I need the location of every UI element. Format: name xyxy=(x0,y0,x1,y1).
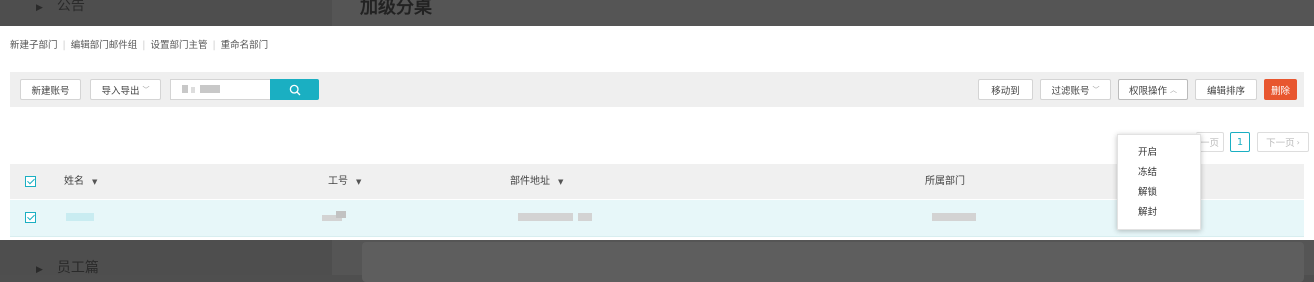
background-panel xyxy=(362,242,1304,282)
table-header: 姓名 ▼ 工号 ▼ 部件地址 ▼ 所属部门 xyxy=(10,164,1304,199)
move-to-button[interactable]: 移动到 xyxy=(978,79,1033,100)
table-row[interactable]: 正常 配置 xyxy=(10,200,1304,237)
permission-ops-button[interactable]: 权限操作 ︿ xyxy=(1118,79,1188,100)
edit-sort-button[interactable]: 编辑排序 xyxy=(1195,79,1257,100)
rename-department-link[interactable]: 重命名部门 xyxy=(221,40,269,51)
menu-item-unlock[interactable]: 解锁 xyxy=(1138,184,1157,198)
chevron-up-icon: ︿ xyxy=(1170,85,1177,94)
sort-down-icon[interactable]: ▼ xyxy=(356,178,361,186)
email-redacted xyxy=(518,213,573,221)
chevron-down-icon: ﹀ xyxy=(142,85,150,94)
next-page-button[interactable]: 下一页 › xyxy=(1257,132,1309,152)
search-button[interactable] xyxy=(270,79,319,100)
email-redacted xyxy=(578,213,592,221)
column-email: 部件地址 ▼ xyxy=(510,176,564,187)
chevron-right-icon: › xyxy=(1296,137,1300,147)
toolbar: 新建账号 导入导出 ﹀ 移动到 过滤账号 ﹀ 权限操作 ︿ 编辑排序 删除 xyxy=(10,72,1304,107)
column-name: 姓名 ▼ xyxy=(64,176,98,187)
column-employee-id: 工号 ▼ xyxy=(328,176,362,187)
sort-down-icon[interactable]: ▼ xyxy=(92,178,97,186)
set-manager-link[interactable]: 设置部门主管 xyxy=(150,40,207,51)
department-dialog: 新建子部门 | 编辑部门邮件组 | 设置部门主管 | 重命名部门 新建账号 导入导出 ﹀ 移动… xyxy=(0,26,1314,240)
menu-item-freeze[interactable]: 冻结 xyxy=(1138,164,1157,178)
separator: | xyxy=(142,40,146,51)
name-redacted xyxy=(66,213,94,221)
sort-down-icon[interactable]: ▼ xyxy=(558,178,563,186)
new-account-button[interactable]: 新建账号 xyxy=(20,79,81,100)
permission-dropdown-menu: 开启 冻结 解锁 解封 xyxy=(1117,134,1201,230)
department-actions: 新建子部门 | 编辑部门邮件组 | 设置部门主管 | 重命名部门 xyxy=(10,37,268,51)
delete-button[interactable]: 删除 xyxy=(1264,79,1297,100)
page-1-button[interactable]: 1 xyxy=(1230,132,1250,152)
background-nav-item-employee: ▶ 员工篇 xyxy=(36,260,99,276)
separator: | xyxy=(212,40,216,51)
filter-account-button[interactable]: 过滤账号 ﹀ xyxy=(1040,79,1111,100)
background-page-title: 加级分桌 xyxy=(360,0,432,18)
edit-mail-group-link[interactable]: 编辑部门邮件组 xyxy=(71,40,138,51)
row-checkbox[interactable] xyxy=(25,212,36,223)
chevron-down-icon: ﹀ xyxy=(1092,85,1100,94)
employee-id-redacted xyxy=(336,211,346,218)
caret-right-icon: ▶ xyxy=(36,265,43,275)
search-value-redacted xyxy=(182,85,222,93)
select-all-checkbox[interactable] xyxy=(25,176,36,187)
menu-item-enable[interactable]: 开启 xyxy=(1138,144,1157,158)
separator: | xyxy=(62,40,66,51)
new-subdepartment-link[interactable]: 新建子部门 xyxy=(10,40,58,51)
import-export-button[interactable]: 导入导出 ﹀ xyxy=(90,79,161,100)
search-icon xyxy=(289,84,300,95)
menu-item-unban[interactable]: 解封 xyxy=(1138,204,1157,218)
background-nav-item-notice: ▶ 公告 xyxy=(36,0,85,14)
caret-right-icon: ▶ xyxy=(36,3,43,13)
department-redacted xyxy=(932,213,976,221)
column-department: 所属部门 xyxy=(925,176,965,187)
